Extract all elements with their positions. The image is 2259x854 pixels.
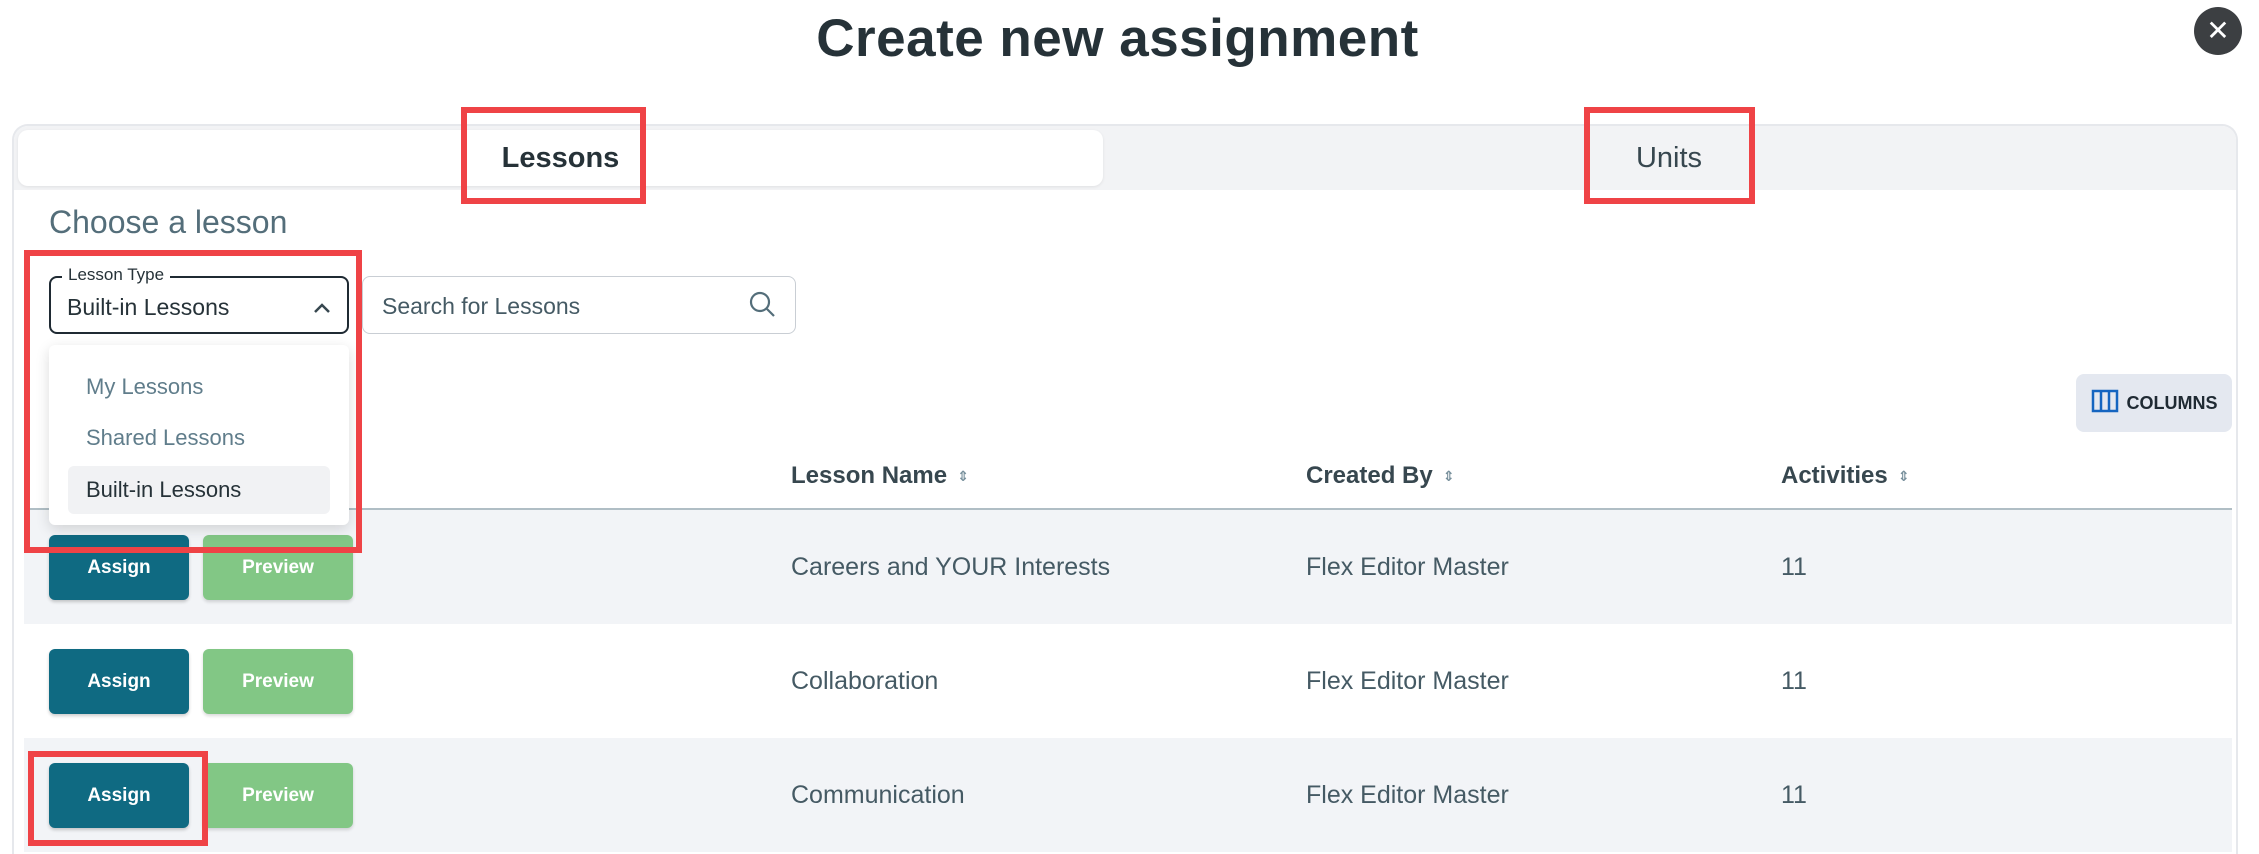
lesson-name-cell: Careers and YOUR Interests: [791, 553, 1111, 581]
sort-icon[interactable]: ⇕: [1443, 468, 1455, 484]
assign-button[interactable]: Assign: [49, 535, 189, 600]
created-by-cell: Flex Editor Master: [1306, 667, 1509, 695]
activities-cell: 11: [1781, 667, 1807, 695]
lesson-type-value[interactable]: Built-in Lessons: [67, 294, 229, 321]
sort-icon[interactable]: ⇕: [1898, 468, 1910, 484]
created-by-cell: Flex Editor Master: [1306, 553, 1509, 581]
preview-button[interactable]: Preview: [203, 535, 353, 600]
sort-icon[interactable]: ⇕: [957, 468, 969, 484]
assign-button[interactable]: Assign: [49, 649, 189, 714]
menu-item-shared-lessons[interactable]: Shared Lessons: [68, 414, 330, 462]
created-by-cell: Flex Editor Master: [1306, 781, 1509, 809]
lesson-name-cell: Collaboration: [791, 667, 939, 695]
close-button[interactable]: ✕: [2194, 7, 2242, 55]
columns-icon: [2091, 389, 2119, 418]
lesson-name-cell: Communication: [791, 781, 965, 809]
tab-bar: Lessons Units: [14, 126, 2236, 190]
preview-button[interactable]: Preview: [203, 763, 353, 828]
table-row: Assign Preview Careers and YOUR Interest…: [24, 510, 2232, 624]
header-created-by[interactable]: Created By ⇕: [1306, 462, 1454, 490]
activities-cell: 11: [1781, 553, 1807, 581]
preview-button[interactable]: Preview: [203, 649, 353, 714]
columns-label: COLUMNS: [2126, 392, 2218, 413]
tab-units[interactable]: Units: [1106, 130, 2232, 186]
menu-item-built-in-lessons[interactable]: Built-in Lessons: [68, 466, 330, 514]
chevron-up-icon[interactable]: [312, 295, 332, 321]
columns-button[interactable]: COLUMNS: [2076, 374, 2232, 432]
table-row: Assign Preview Collaboration Flex Editor…: [24, 624, 2232, 738]
tab-lessons[interactable]: Lessons: [18, 130, 1103, 186]
activities-cell: 11: [1781, 781, 1807, 809]
close-icon: ✕: [2206, 15, 2230, 46]
assign-button[interactable]: Assign: [49, 763, 189, 828]
menu-item-my-lessons[interactable]: My Lessons: [68, 363, 330, 411]
search-placeholder[interactable]: Search for Lessons: [382, 293, 580, 320]
header-activities[interactable]: Activities ⇕: [1781, 462, 1909, 490]
section-title: Choose a lesson: [49, 204, 288, 240]
search-icon[interactable]: [747, 289, 777, 319]
header-lesson-name[interactable]: Lesson Name ⇕: [791, 462, 969, 490]
table-row: Assign Preview Communication Flex Editor…: [24, 738, 2232, 852]
lesson-type-menu: My Lessons Shared Lessons Built-in Lesso…: [49, 345, 349, 525]
page-title: Create new assignment: [816, 9, 1419, 68]
lesson-type-label: Lesson Type: [62, 265, 171, 285]
